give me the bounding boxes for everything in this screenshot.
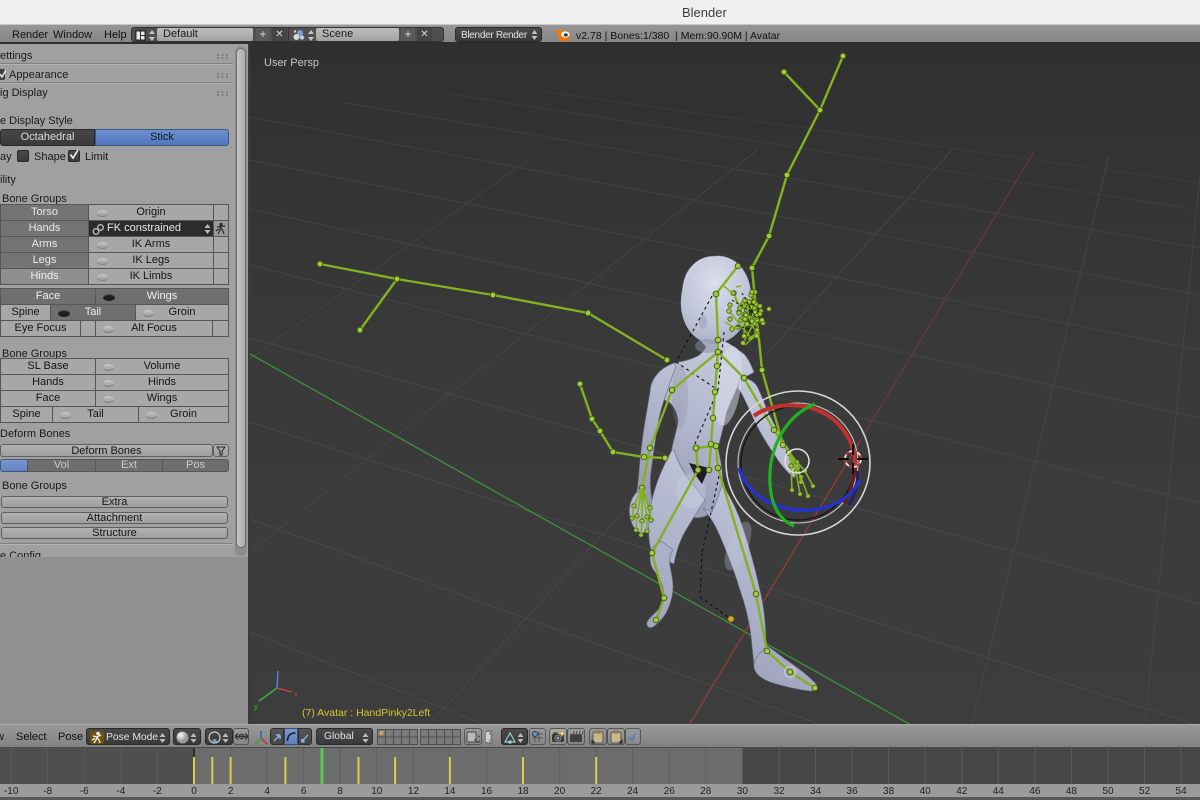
- svg-text:32: 32: [773, 786, 785, 797]
- svg-text:18: 18: [517, 786, 529, 797]
- svg-text:12: 12: [408, 786, 420, 797]
- svg-text:26: 26: [664, 786, 676, 797]
- svg-text:30: 30: [737, 786, 749, 797]
- svg-text:44: 44: [993, 786, 1005, 797]
- svg-text:-4: -4: [116, 786, 125, 797]
- svg-text:6: 6: [301, 786, 307, 797]
- svg-text:40: 40: [920, 786, 932, 797]
- svg-text:y: y: [254, 702, 258, 711]
- svg-text:20: 20: [554, 786, 566, 797]
- svg-text:-10: -10: [4, 786, 19, 797]
- svg-text:8: 8: [337, 786, 343, 797]
- svg-text:x: x: [294, 690, 298, 699]
- svg-text:(7) Avatar : HandPinky2Left: (7) Avatar : HandPinky2Left: [302, 707, 430, 719]
- svg-text:50: 50: [1102, 786, 1114, 797]
- svg-text:48: 48: [1066, 786, 1078, 797]
- svg-text:22: 22: [591, 786, 603, 797]
- svg-text:-8: -8: [43, 786, 52, 797]
- svg-text:28: 28: [700, 786, 712, 797]
- svg-text:52: 52: [1139, 786, 1151, 797]
- svg-text:46: 46: [1029, 786, 1041, 797]
- svg-text:54: 54: [1176, 786, 1188, 797]
- svg-text:0: 0: [191, 786, 197, 797]
- svg-text:-2: -2: [153, 786, 162, 797]
- svg-text:42: 42: [956, 786, 968, 797]
- svg-text:34: 34: [810, 786, 822, 797]
- svg-text:38: 38: [883, 786, 895, 797]
- svg-text:16: 16: [481, 786, 493, 797]
- svg-text:36: 36: [847, 786, 859, 797]
- svg-text:24: 24: [627, 786, 639, 797]
- svg-text:4: 4: [264, 786, 270, 797]
- svg-text:User Persp: User Persp: [264, 57, 319, 69]
- svg-text:14: 14: [444, 786, 456, 797]
- svg-text:-6: -6: [80, 786, 89, 797]
- svg-text:2: 2: [228, 786, 234, 797]
- svg-text:10: 10: [371, 786, 383, 797]
